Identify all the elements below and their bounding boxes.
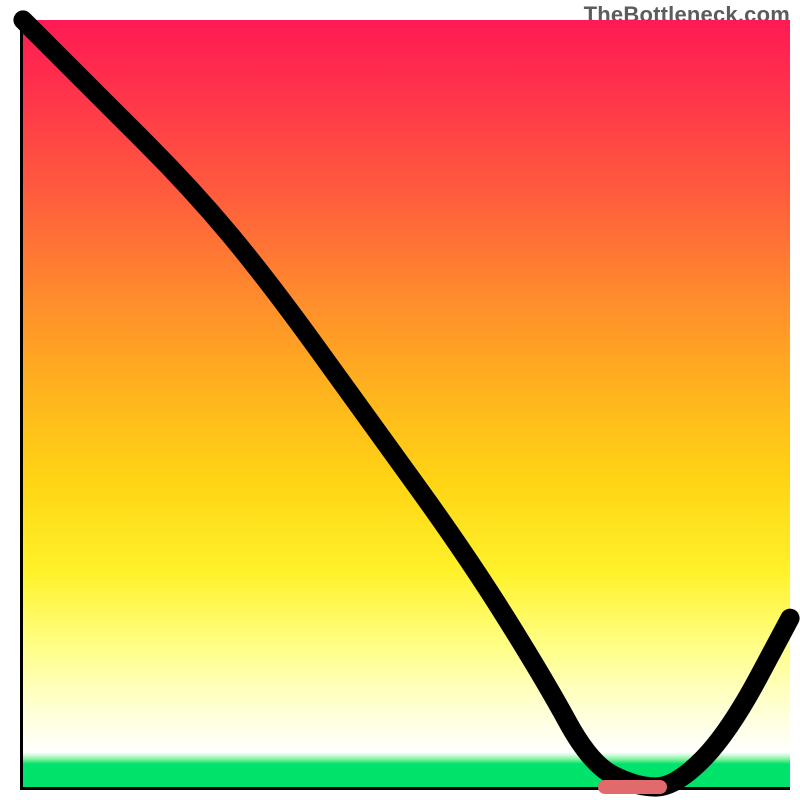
plot-area — [20, 20, 790, 790]
curve-path — [23, 20, 790, 787]
chart-frame: TheBottleneck.com — [0, 0, 800, 800]
bottleneck-curve — [23, 20, 790, 787]
optimal-range-marker — [598, 780, 667, 794]
